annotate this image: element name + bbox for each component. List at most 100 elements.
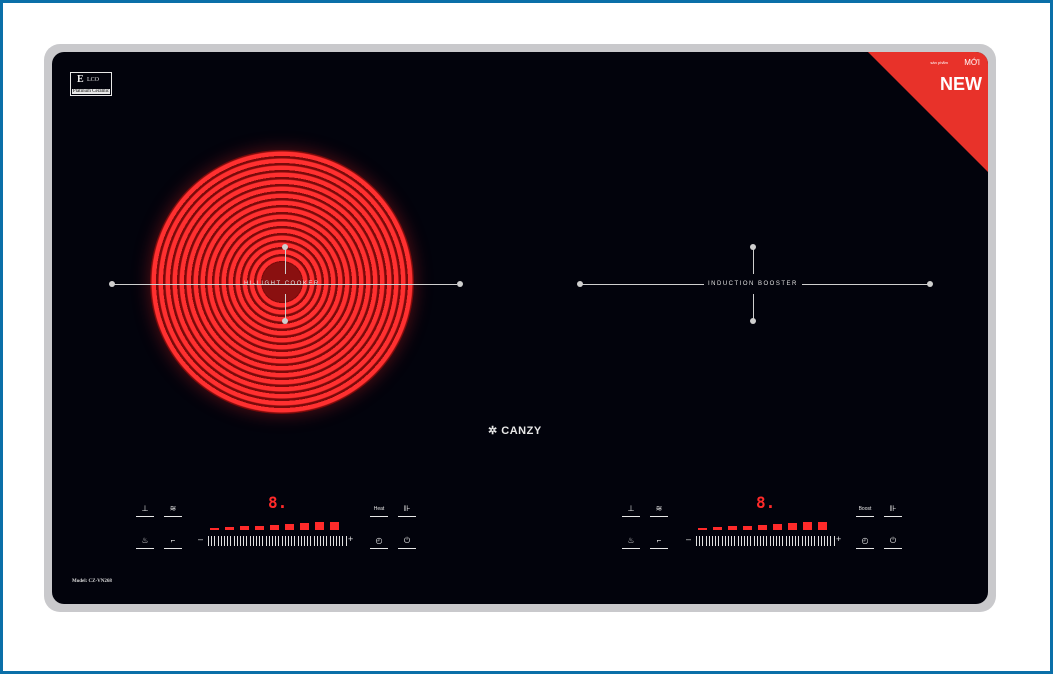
slider-tick: [310, 536, 312, 546]
slider-tick: [715, 536, 717, 546]
right-pause-button[interactable]: ⊪: [884, 504, 902, 517]
brand-name: CANZY: [501, 425, 542, 437]
slider-tick: [724, 536, 726, 546]
eco-badge-letter: E: [77, 74, 84, 85]
brand-logo: ✲ CANZY: [488, 425, 542, 437]
model-number: Model: CZ-VN268: [72, 579, 112, 584]
level-bar: [728, 526, 737, 530]
left-timer-button[interactable]: ◴: [370, 536, 388, 549]
slider-tick: [718, 536, 720, 546]
slider-tick: [731, 536, 733, 546]
slider-tick: [233, 536, 235, 546]
new-ribbon-shape: [868, 52, 988, 172]
level-bar: [713, 527, 722, 530]
right-pan-button[interactable]: ♨: [622, 536, 640, 549]
slider-tick: [702, 536, 704, 546]
slider-tick: [307, 536, 309, 546]
slider-tick: [268, 536, 270, 546]
left-keep-warm-button[interactable]: ⊥: [136, 504, 154, 517]
slider-minus-icon: –: [198, 534, 204, 544]
slider-tick: [795, 536, 797, 546]
slider-tick: [332, 536, 334, 546]
right-power-slider[interactable]: – +: [686, 534, 842, 546]
slider-tick: [316, 536, 318, 546]
slider-tick: [830, 536, 832, 546]
slider-tick: [801, 536, 803, 546]
level-bar: [773, 524, 782, 530]
right-zone-dot-r: [927, 281, 933, 287]
slider-tick: [265, 536, 267, 546]
left-zone-dot-l: [109, 281, 115, 287]
right-timer-button[interactable]: ◴: [856, 536, 874, 549]
slider-tick: [699, 536, 701, 546]
level-bar: [743, 525, 752, 530]
left-level-bars: [210, 520, 350, 530]
level-bar: [225, 527, 234, 530]
left-pause-button[interactable]: ⊪: [398, 504, 416, 517]
slider-tick: [769, 536, 771, 546]
slider-tick: [811, 536, 813, 546]
ribbon-small-text: sản phẩm: [930, 60, 948, 65]
slider-tick: [281, 536, 283, 546]
slider-tick: [256, 536, 257, 546]
left-zone-dot-r: [457, 281, 463, 287]
right-power-display: 8.: [756, 493, 776, 512]
level-bar: [315, 522, 324, 530]
slider-tick: [705, 536, 707, 546]
slider-tick: [824, 536, 825, 546]
left-power-slider[interactable]: – +: [198, 534, 354, 546]
slider-tick: [230, 536, 232, 546]
left-zone-dot-t: [282, 244, 288, 250]
slider-tick: [827, 536, 829, 546]
eco-badge: E LCO Platinum Ceramic: [70, 72, 112, 96]
level-bar: [698, 528, 707, 530]
level-bar: [210, 528, 219, 530]
slider-tick: [262, 536, 264, 546]
slider-tick: [798, 536, 800, 546]
slider-tick: [756, 536, 758, 546]
slider-tick: [291, 536, 293, 546]
slider-tick: [227, 536, 229, 546]
slider-tick: [808, 536, 809, 546]
level-bar: [803, 522, 812, 530]
slider-tick: [259, 536, 261, 546]
right-boost-button[interactable]: Boost: [856, 504, 874, 517]
right-zone-v-bottom: [753, 294, 754, 320]
slider-tick: [708, 536, 710, 546]
level-bar: [285, 524, 294, 530]
left-heat-wave-button[interactable]: ≋: [164, 504, 182, 517]
right-heat-wave-button[interactable]: ≋: [650, 504, 668, 517]
right-zone-label: INDUCTION BOOSTER: [704, 281, 802, 287]
slider-tick: [747, 536, 749, 546]
slider-tick: [339, 536, 341, 546]
right-zone-v-top: [753, 248, 754, 274]
slider-tick: [252, 536, 254, 546]
slider-tick: [814, 536, 816, 546]
level-bar: [255, 525, 264, 530]
slider-tick: [284, 536, 286, 546]
right-power-button[interactable]: ⏻: [884, 536, 902, 549]
right-lock-button[interactable]: ⌐: [650, 536, 668, 549]
slider-tick: [760, 536, 761, 546]
left-lock-button[interactable]: ⌐: [164, 536, 182, 549]
level-bar: [240, 526, 249, 530]
slider-tick: [753, 536, 755, 546]
left-power-button[interactable]: ⏻: [398, 536, 416, 549]
slider-tick: [766, 536, 768, 546]
glass-surface: E LCO Platinum Ceramic sản phẩm MỚI NEW …: [52, 52, 988, 604]
left-pan-button[interactable]: ♨: [136, 536, 154, 549]
slider-tick: [246, 536, 248, 546]
slider-tick: [817, 536, 819, 546]
right-zone-dot-l: [577, 281, 583, 287]
slider-tick: [249, 536, 251, 546]
right-level-bars: [698, 520, 838, 530]
slider-tick: [300, 536, 302, 546]
slider-tick: [721, 536, 723, 546]
left-zone-v-top: [285, 248, 286, 274]
slider-tick: [220, 536, 222, 546]
level-bar: [758, 524, 767, 530]
left-heat-button[interactable]: Heat: [370, 504, 388, 517]
right-keep-warm-button[interactable]: ⊥: [622, 504, 640, 517]
slider-tick: [217, 536, 219, 546]
level-bar: [270, 524, 279, 530]
